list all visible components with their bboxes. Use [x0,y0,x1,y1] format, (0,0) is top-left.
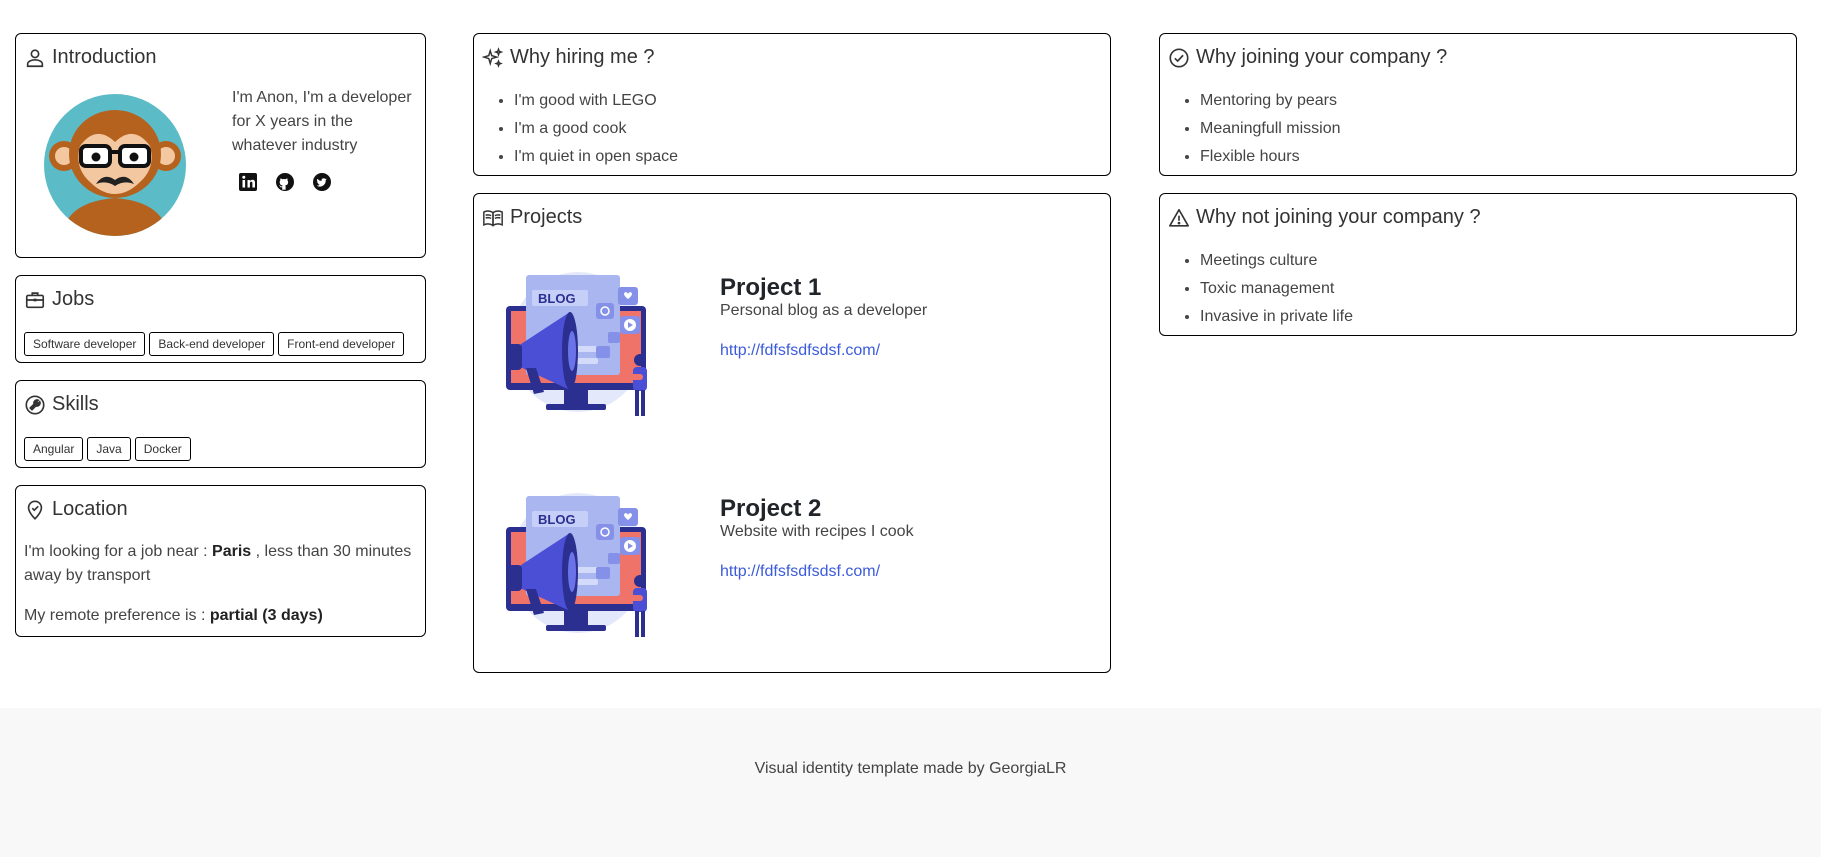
job-tag: Back-end developer [149,332,275,356]
social-links [238,172,332,192]
footer: Visual identity template made by Georgia… [0,708,1821,857]
linkedin-icon[interactable] [238,172,258,192]
why-joining-list: Mentoring by pears Meaningfull mission F… [1182,90,1341,174]
introduction-text: I'm Anon, I'm a developer for X years in… [232,89,412,154]
skill-tag: Docker [134,437,191,461]
location-search-text: I'm looking for a job near : Paris , les… [24,543,412,584]
person-icon [24,47,46,69]
location-city: Paris [212,543,252,560]
why-not-joining-title: Why not joining your company ? [1168,206,1481,229]
jobs-title: Jobs [24,288,94,311]
twitter-icon[interactable] [312,172,332,192]
why-joining-title: Why joining your company ? [1168,46,1447,69]
job-tag: Front-end developer [278,332,405,356]
projects-title: Projects [482,206,582,229]
list-item: I'm quiet in open space [514,146,678,174]
jobs-tag-list: Software developer Back-end developer Fr… [24,332,405,356]
remote-preference-text: My remote preference is : partial (3 day… [24,607,323,624]
jobs-card: Jobs Software developer Back-end develop… [15,275,426,363]
list-item: Meaningfull mission [1200,118,1341,146]
why-hiring-card: Why hiring me ? I'm good with LEGO I'm a… [473,33,1111,176]
project-image-blog-text: BLOG [538,291,576,306]
github-icon[interactable] [275,172,295,192]
list-item: Flexible hours [1200,146,1341,174]
skills-tag-list: Angular Java Docker [24,437,191,461]
warning-icon [1168,207,1190,229]
job-tag: Software developer [24,332,146,356]
introduction-card: Introduction I'm Anon, I'm a developer f… [15,33,426,258]
skill-tag: Angular [24,437,84,461]
project-image: BLOG [502,491,662,641]
briefcase-icon [24,289,46,311]
check-circle-icon [1168,47,1190,69]
project-image: BLOG [502,270,662,420]
location-title: Location [24,498,128,521]
project-description: Website with recipes I cook [720,523,914,540]
location-card: Location I'm looking for a job near : Pa… [15,485,426,637]
skill-tag: Java [87,437,131,461]
avatar [44,94,186,236]
why-not-joining-card: Why not joining your company ? Meetings … [1159,193,1797,336]
project-link[interactable]: http://fdfsfsdfsdsf.com/ [720,342,880,360]
why-joining-card: Why joining your company ? Mentoring by … [1159,33,1797,176]
why-not-joining-list: Meetings culture Toxic management Invasi… [1182,250,1353,334]
wrench-icon [24,394,46,416]
why-hiring-title: Why hiring me ? [482,46,655,69]
sparkles-icon [482,46,504,69]
footer-credit: Visual identity template made by Georgia… [754,760,1067,777]
why-hiring-list: I'm good with LEGO I'm a good cook I'm q… [496,90,678,174]
location-pin-icon [24,499,46,521]
list-item: I'm good with LEGO [514,90,678,118]
list-item: Mentoring by pears [1200,90,1341,118]
list-item: Toxic management [1200,278,1353,306]
projects-card: Projects BLOG Project 1 Personal blog as… [473,193,1111,673]
skills-title: Skills [24,393,99,416]
skills-card: Skills Angular Java Docker [15,380,426,468]
project-image-blog-text: BLOG [538,512,576,527]
project-link[interactable]: http://fdfsfsdfsdsf.com/ [720,563,880,581]
book-icon [482,207,504,229]
project-name: Project 1 [720,274,822,301]
project-name: Project 2 [720,495,822,522]
list-item: Meetings culture [1200,250,1353,278]
list-item: Invasive in private life [1200,306,1353,334]
list-item: I'm a good cook [514,118,678,146]
project-description: Personal blog as a developer [720,302,928,319]
remote-preference-value: partial (3 days) [209,607,323,624]
introduction-title: Introduction [24,46,157,69]
